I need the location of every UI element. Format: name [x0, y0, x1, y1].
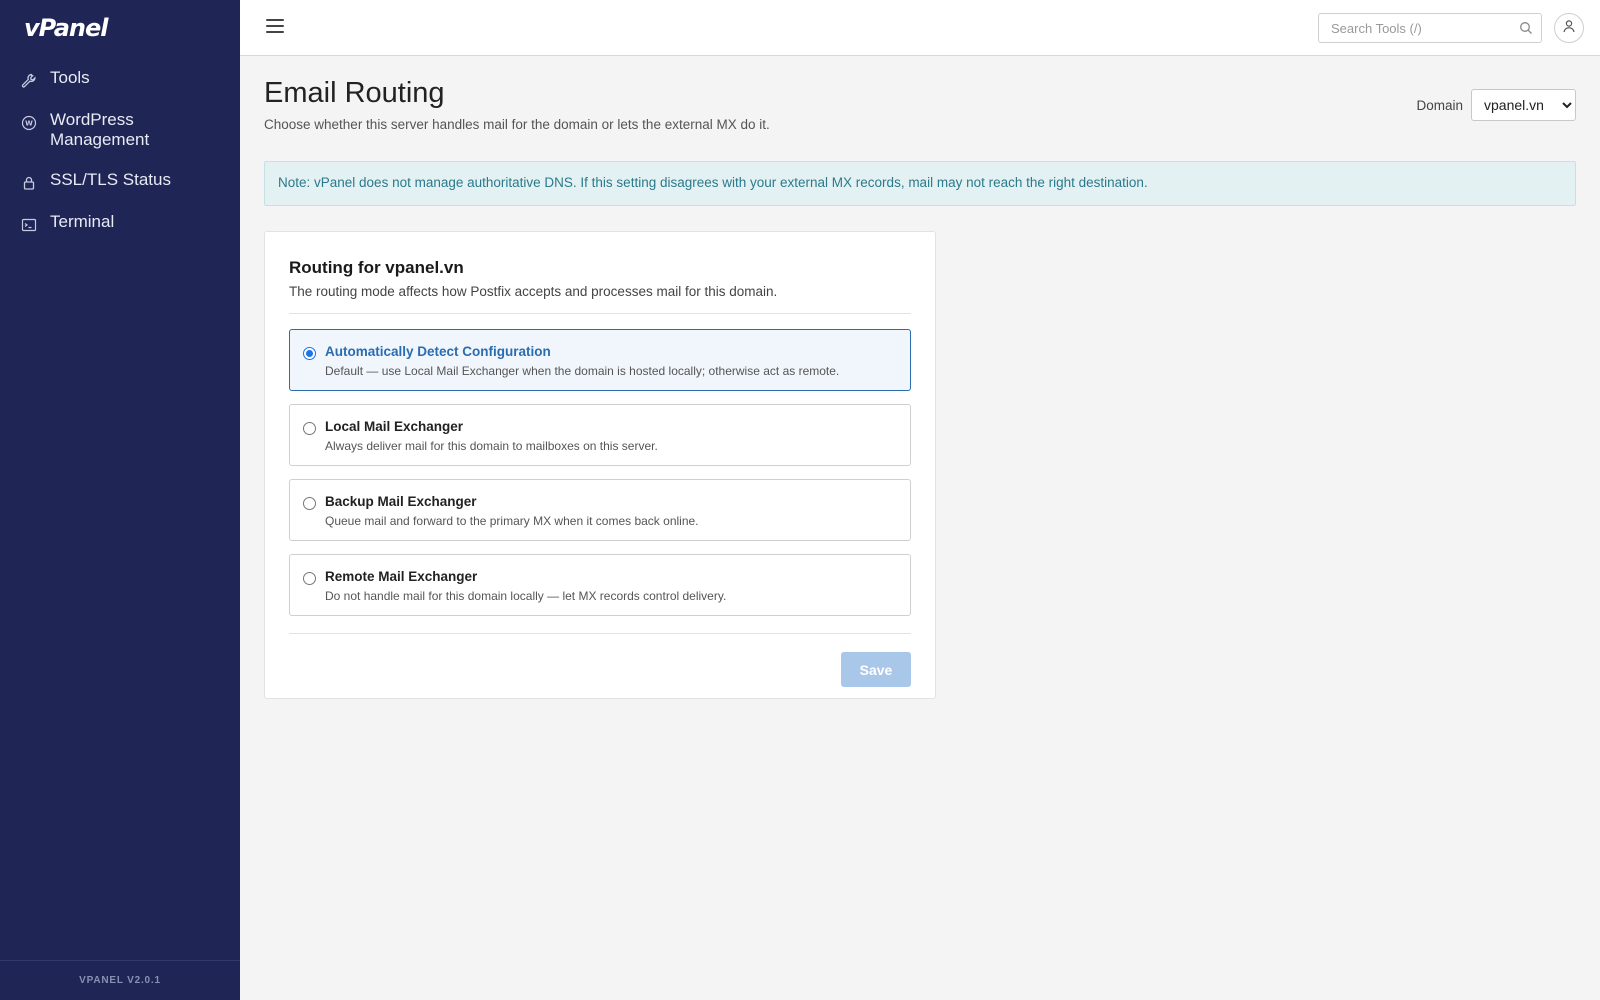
option-description: Do not handle mail for this domain local… [325, 589, 727, 603]
card-title: Routing for vpanel.vn [289, 258, 464, 277]
option-description: Always deliver mail for this domain to m… [325, 439, 658, 453]
option-title: Local Mail Exchanger [325, 419, 464, 434]
sidebar-item-label: Terminal [50, 212, 115, 231]
domain-selector: Domain vpanel.vn [1416, 89, 1576, 121]
sidebar-nav: Tools W WordPress Management SSL/TLS Sta… [0, 64, 240, 250]
radio-local[interactable] [303, 422, 316, 435]
sidebar-item-tools[interactable]: Tools [0, 64, 240, 94]
search-tools-box [1318, 13, 1542, 43]
version-label: VPANEL V2.0.1 [0, 960, 240, 1000]
sidebar-item-label: Tools [50, 68, 90, 87]
option-backup-mail-exchanger[interactable]: Backup Mail Exchanger Queue mail and for… [289, 479, 911, 541]
svg-text:W: W [25, 120, 33, 128]
sidebar-item-label: WordPress Management [50, 110, 150, 149]
search-icon[interactable] [1519, 21, 1533, 35]
radio-backup[interactable] [303, 497, 316, 510]
lock-icon [20, 174, 38, 192]
option-title: Remote Mail Exchanger [325, 569, 478, 584]
sidebar: vPanel Tools W WordPress Management SSL/… [0, 0, 240, 1000]
page-title: Email Routing [264, 77, 445, 109]
sidebar-item-wordpress-management[interactable]: W WordPress Management [0, 106, 240, 154]
radio-remote[interactable] [303, 572, 316, 585]
divider [289, 313, 911, 314]
wrench-icon [20, 72, 38, 90]
option-remote-mail-exchanger[interactable]: Remote Mail Exchanger Do not handle mail… [289, 554, 911, 616]
option-title: Backup Mail Exchanger [325, 494, 477, 509]
vpanel-logo[interactable]: vPanel [24, 14, 108, 42]
menu-toggle-icon[interactable] [266, 19, 284, 35]
card-description: The routing mode affects how Postfix acc… [289, 284, 778, 299]
sidebar-item-terminal[interactable]: Terminal [0, 208, 240, 238]
dns-note-alert: Note: vPanel does not manage authoritati… [264, 161, 1576, 206]
option-title: Automatically Detect Configuration [325, 344, 551, 359]
sidebar-item-ssl-tls-status[interactable]: SSL/TLS Status [0, 166, 240, 196]
user-icon [1562, 19, 1576, 38]
user-menu-button[interactable] [1554, 13, 1584, 43]
page-subtitle: Choose whether this server handles mail … [264, 117, 770, 132]
sidebar-item-label: SSL/TLS Status [50, 170, 171, 189]
top-bar [240, 0, 1600, 56]
domain-select[interactable]: vpanel.vn [1471, 89, 1576, 121]
wordpress-icon: W [20, 114, 38, 132]
routing-card: Routing for vpanel.vn The routing mode a… [264, 231, 936, 699]
search-input[interactable] [1319, 14, 1509, 42]
divider [289, 633, 911, 634]
radio-auto-detect[interactable] [303, 347, 316, 360]
save-button[interactable]: Save [841, 652, 911, 687]
option-local-mail-exchanger[interactable]: Local Mail Exchanger Always deliver mail… [289, 404, 911, 466]
terminal-icon [20, 216, 38, 234]
main-content: Email Routing Choose whether this server… [240, 57, 1600, 1000]
option-description: Default — use Local Mail Exchanger when … [325, 364, 840, 378]
option-auto-detect[interactable]: Automatically Detect Configuration Defau… [289, 329, 911, 391]
domain-label: Domain [1416, 97, 1463, 113]
option-description: Queue mail and forward to the primary MX… [325, 514, 699, 528]
